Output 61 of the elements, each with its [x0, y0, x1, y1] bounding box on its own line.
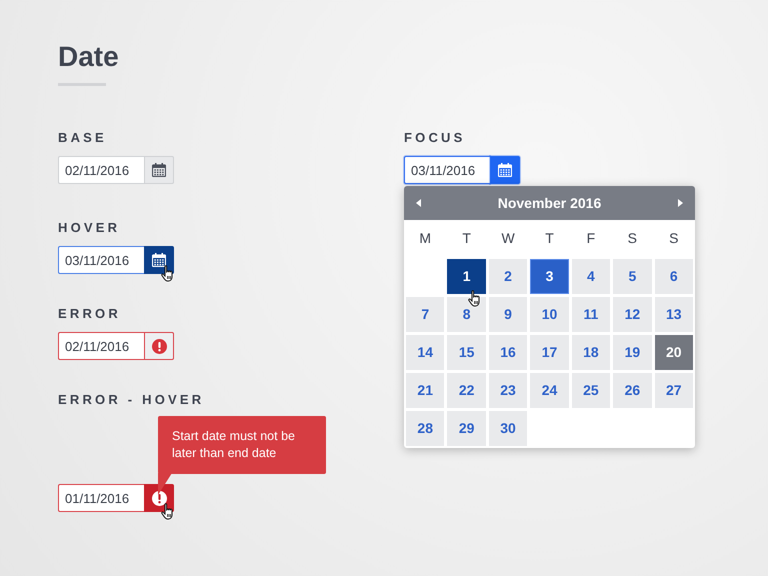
- calendar-day[interactable]: 21: [406, 373, 444, 408]
- calendar-icon: [152, 253, 166, 267]
- date-field[interactable]: 02/11/2016: [58, 332, 144, 360]
- field-label: ERROR: [58, 306, 122, 322]
- calendar-day[interactable]: 6: [654, 259, 693, 294]
- calendar-day[interactable]: 5: [613, 259, 652, 294]
- weekday-label: T: [544, 228, 555, 248]
- date-field[interactable]: 03/11/2016: [404, 156, 490, 184]
- calendar-day[interactable]: 26: [613, 373, 652, 408]
- date-field[interactable]: 01/11/2016: [58, 484, 144, 512]
- field-label: FOCUS: [404, 130, 466, 146]
- calendar-day[interactable]: 11: [572, 297, 610, 332]
- calendar-button[interactable]: [144, 246, 174, 274]
- calendar-day[interactable]: 4: [572, 259, 610, 294]
- field-label: BASE: [58, 130, 108, 146]
- calendar-icon: [152, 163, 166, 177]
- calendar-day[interactable]: 12: [613, 297, 652, 332]
- calendar-day[interactable]: 20: [654, 335, 693, 370]
- weekday-label: S: [626, 228, 638, 248]
- date-field[interactable]: 03/11/2016: [58, 246, 144, 274]
- calendar-day[interactable]: 22: [447, 373, 486, 408]
- calendar-day[interactable]: 18: [572, 335, 610, 370]
- calendar-day[interactable]: 15: [447, 335, 486, 370]
- hand-cursor-icon: [161, 503, 175, 520]
- calendar-day[interactable]: 7: [406, 297, 444, 332]
- calendar-icon: [498, 163, 512, 177]
- error-icon: [152, 338, 166, 354]
- calendar-day[interactable]: 17: [530, 335, 569, 370]
- calendar-day[interactable]: 24: [530, 373, 569, 408]
- weekday-label: T: [461, 228, 472, 248]
- hand-cursor-icon: [161, 265, 175, 282]
- calendar-day[interactable]: 13: [654, 297, 693, 332]
- calendar-day[interactable]: 28: [406, 411, 444, 446]
- calendar-day[interactable]: 23: [488, 373, 528, 408]
- error-button[interactable]: [144, 484, 174, 512]
- weekday-label: W: [500, 228, 516, 248]
- calendar-day[interactable]: 30: [488, 411, 528, 446]
- date-field[interactable]: 02/11/2016: [58, 156, 144, 184]
- calendar-day[interactable]: 2: [488, 259, 528, 294]
- calendar-day[interactable]: 27: [654, 373, 693, 408]
- tooltip-tail: [158, 472, 172, 495]
- page-title: Date: [58, 40, 120, 74]
- field-label: ERROR - HOVER: [58, 392, 206, 408]
- error-tooltip: Start date must not be later than end date: [158, 416, 326, 474]
- calendar-day[interactable]: 8: [447, 297, 486, 332]
- previous-month-button[interactable]: [414, 197, 424, 209]
- calendar-day[interactable]: 25: [572, 373, 610, 408]
- calendar-day[interactable]: 9: [488, 297, 528, 332]
- weekday-label: M: [418, 228, 432, 248]
- calendar-day[interactable]: 3: [530, 259, 569, 294]
- weekday-label: S: [668, 228, 680, 248]
- calendar-day[interactable]: 10: [530, 297, 569, 332]
- calendar-day[interactable]: 16: [488, 335, 528, 370]
- error-icon: [152, 490, 166, 506]
- month-title: November 2016: [498, 194, 602, 212]
- weekday-label: F: [586, 228, 596, 248]
- calendar-day[interactable]: 14: [406, 335, 444, 370]
- calendar-day[interactable]: 29: [447, 411, 486, 446]
- field-label: HOVER: [58, 220, 122, 236]
- calendar-day[interactable]: 19: [613, 335, 652, 370]
- hand-cursor-icon: [468, 290, 482, 307]
